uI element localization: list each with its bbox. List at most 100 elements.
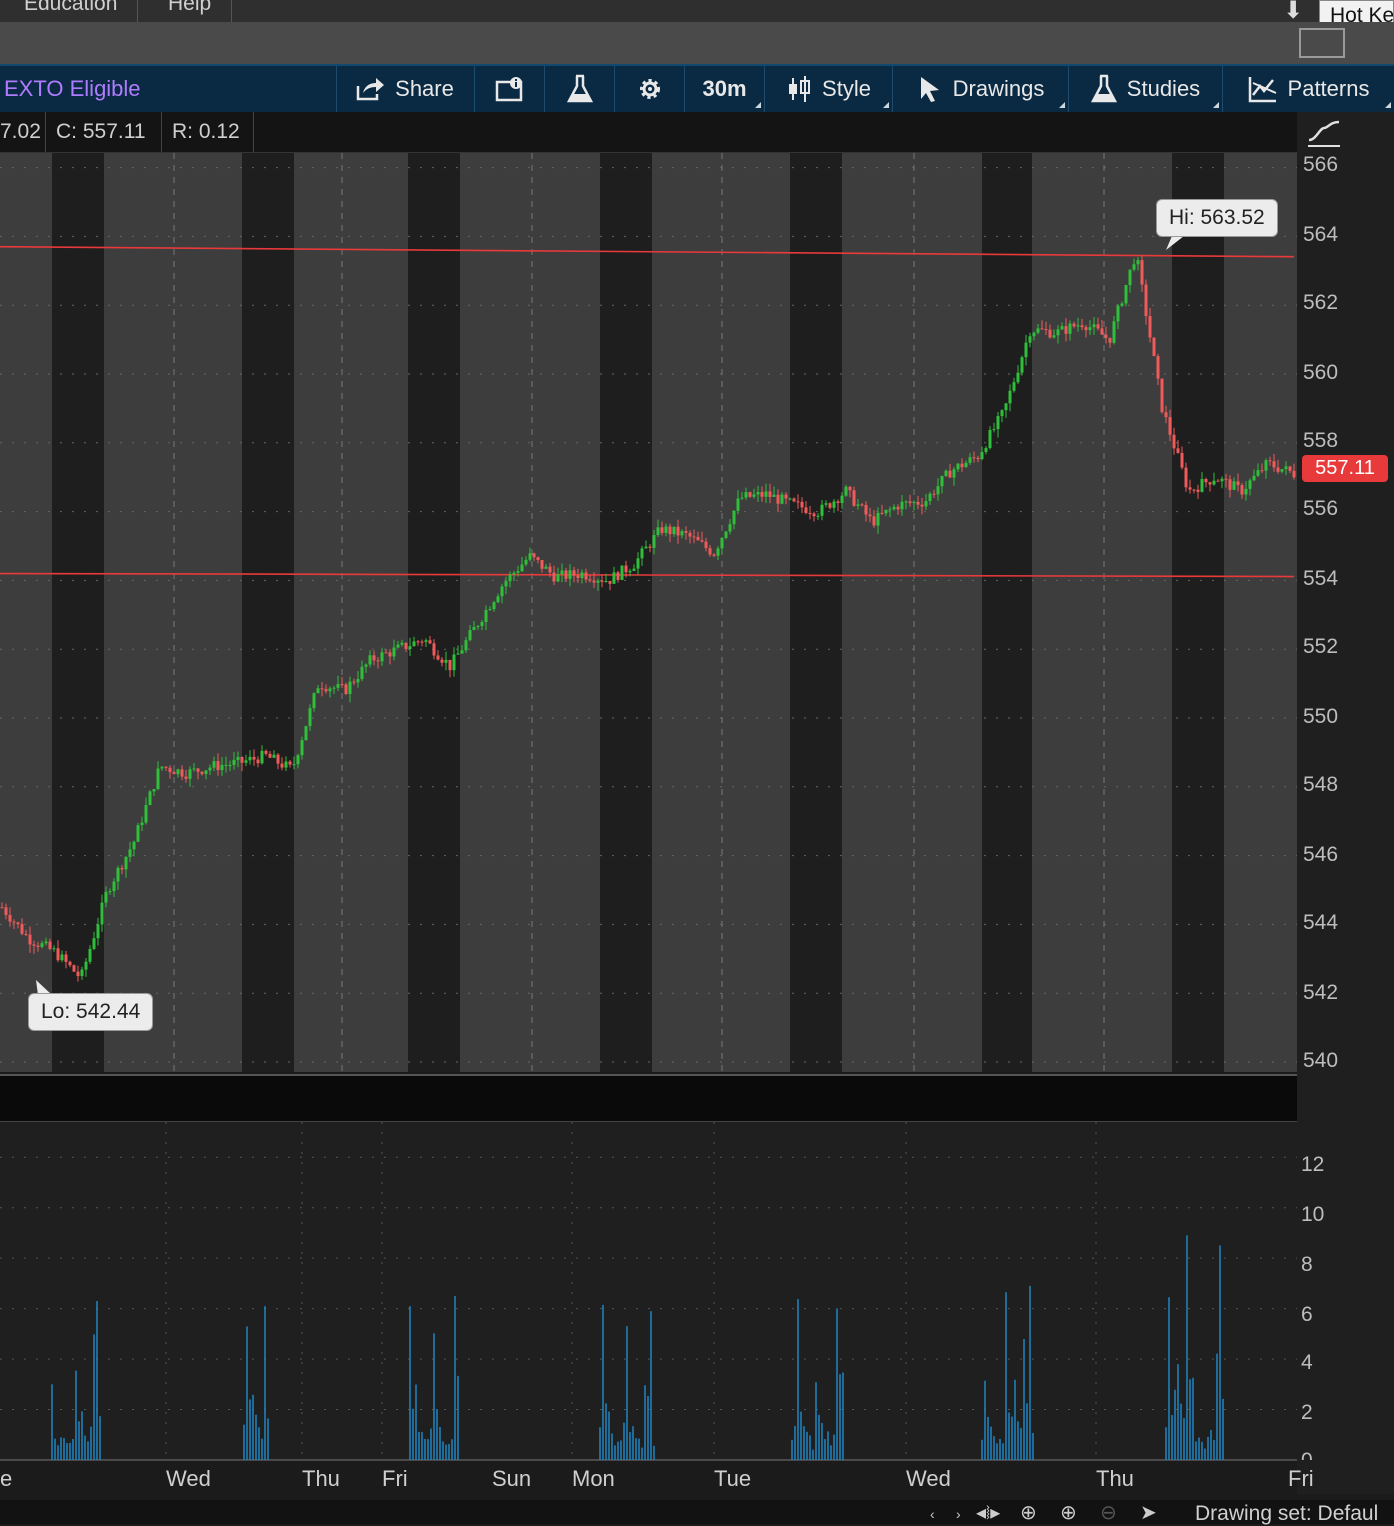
scroll-left-icon[interactable]: ‹ — [930, 1506, 935, 1522]
current-price-badge: 557.11 — [1302, 455, 1388, 482]
candle — [568, 570, 572, 579]
candle — [1212, 480, 1216, 485]
volume-tick: 8 — [1301, 1253, 1313, 1276]
candle — [628, 570, 632, 573]
candle — [572, 570, 576, 576]
candle — [232, 759, 236, 765]
candle — [544, 566, 548, 569]
price-tick: 566 — [1303, 153, 1339, 176]
candle — [68, 961, 72, 966]
candle — [828, 503, 832, 508]
volume-tick: 12 — [1301, 1153, 1325, 1176]
candle — [800, 501, 804, 508]
candle — [300, 740, 304, 756]
candle — [4, 907, 8, 915]
candle — [864, 504, 868, 515]
candle — [460, 650, 464, 654]
candle — [1120, 303, 1124, 306]
scroll-right-icon[interactable]: › — [956, 1506, 961, 1522]
candle — [220, 764, 224, 771]
candle — [1272, 461, 1276, 468]
chart-mode-icon[interactable] — [1306, 118, 1342, 150]
candle — [812, 513, 816, 517]
candle — [196, 768, 200, 772]
candle — [464, 640, 468, 651]
candle — [640, 548, 644, 559]
price-axis-panel[interactable] — [1297, 112, 1394, 1494]
status-bar — [0, 1500, 1394, 1524]
candle — [500, 586, 504, 597]
candle — [1044, 329, 1048, 331]
candle — [720, 537, 724, 549]
candle — [1016, 372, 1020, 383]
candle — [652, 535, 656, 548]
volume-tick: 4 — [1301, 1351, 1313, 1374]
candle — [1264, 460, 1268, 471]
crosshair-icon[interactable]: ⊕ — [1020, 1500, 1037, 1525]
candle — [276, 754, 280, 764]
candle — [260, 750, 264, 764]
pane-divider[interactable] — [0, 1074, 1297, 1122]
candle — [88, 948, 92, 962]
price-tick: 554 — [1303, 567, 1339, 590]
drawing-set-label[interactable]: Drawing set: Defaul — [1195, 1502, 1378, 1526]
patterns-label: Patterns — [1287, 76, 1370, 101]
candle — [760, 492, 764, 497]
candle — [436, 655, 440, 660]
zoom-out-icon[interactable]: ⊖ — [1100, 1500, 1117, 1525]
candle — [992, 429, 996, 431]
candle — [332, 687, 336, 689]
candle — [176, 769, 180, 775]
candle — [1116, 305, 1120, 322]
candle — [320, 688, 324, 690]
session-band — [982, 153, 1032, 1072]
candle — [768, 491, 772, 497]
candle — [1204, 479, 1208, 483]
candle — [840, 495, 844, 504]
price-tick: 542 — [1303, 981, 1339, 1004]
candle — [288, 761, 292, 765]
candle — [144, 804, 148, 823]
window-box-icon[interactable] — [1299, 28, 1345, 58]
candle — [184, 776, 188, 779]
candle — [1088, 327, 1092, 331]
candle — [672, 526, 676, 535]
candle — [400, 642, 404, 645]
candle — [8, 914, 12, 922]
candle — [20, 924, 24, 934]
candle — [1244, 488, 1248, 495]
candle — [16, 922, 20, 925]
candle — [1164, 412, 1168, 418]
price-tick: 544 — [1303, 911, 1339, 934]
cursor-icon[interactable]: ➤ — [1140, 1500, 1157, 1525]
candle — [40, 943, 44, 947]
candle — [148, 791, 152, 805]
expand-icon[interactable]: ◂⧘▸ — [976, 1500, 1000, 1525]
candle — [356, 679, 360, 683]
candle — [440, 659, 444, 663]
candle — [1128, 269, 1132, 285]
candle — [1092, 324, 1096, 328]
candle — [1232, 481, 1236, 490]
candle — [1056, 329, 1060, 336]
candle — [580, 572, 584, 579]
candle — [816, 515, 820, 517]
candle — [296, 755, 300, 765]
price-chart[interactable] — [0, 0, 1297, 1500]
high-callout: Hi: 563.52 — [1156, 199, 1278, 237]
candle — [132, 841, 136, 850]
candle — [192, 768, 196, 770]
candle — [60, 954, 64, 961]
candle — [388, 652, 392, 657]
candle — [732, 510, 736, 525]
candle — [188, 769, 192, 779]
candle — [100, 902, 104, 925]
candle — [108, 891, 112, 893]
candle — [696, 536, 700, 541]
candle — [976, 457, 980, 460]
candle — [1184, 467, 1188, 488]
zoom-in-icon[interactable]: ⊕ — [1060, 1500, 1077, 1525]
candle — [644, 546, 648, 549]
candle — [1236, 481, 1240, 485]
candle — [560, 570, 564, 575]
